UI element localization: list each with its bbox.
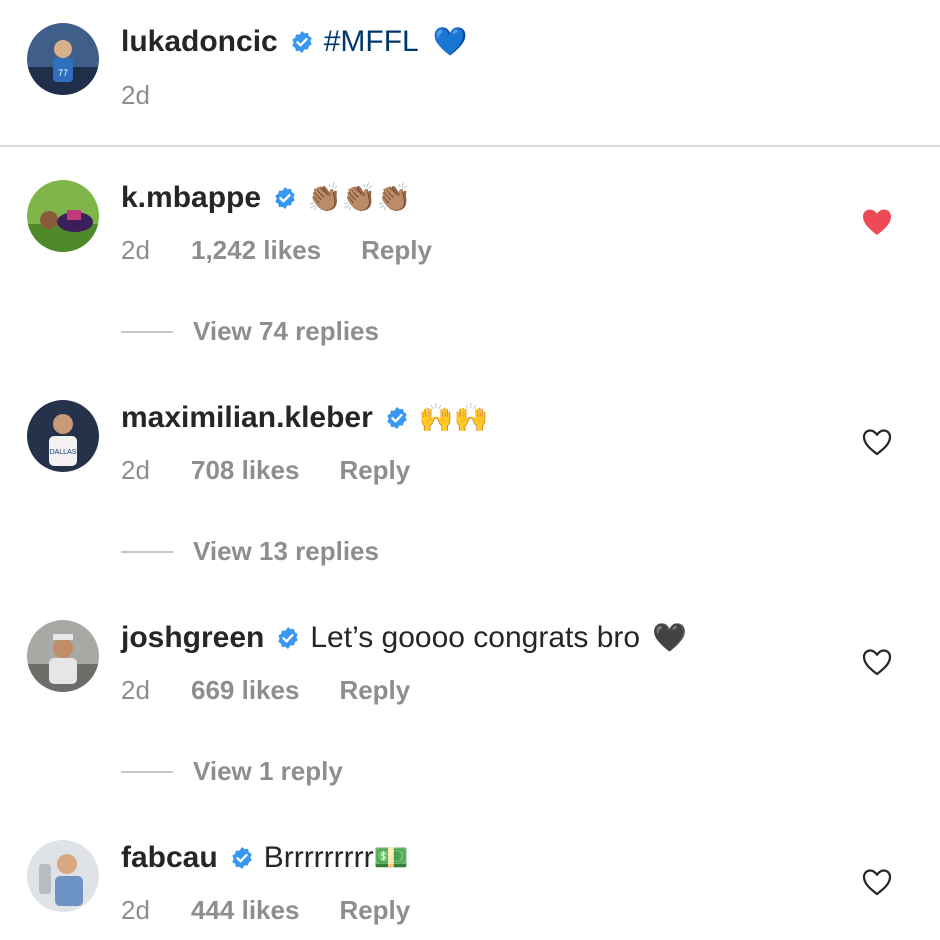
username[interactable]: fabcau — [121, 841, 218, 875]
avatar[interactable] — [27, 620, 99, 692]
reply-button[interactable]: Reply — [339, 895, 410, 926]
username[interactable]: maximilian.kleber — [121, 401, 373, 435]
avatar[interactable] — [27, 180, 99, 252]
username[interactable]: joshgreen — [121, 621, 264, 655]
likes-count[interactable]: 444 likes — [191, 895, 299, 926]
view-replies-link[interactable]: View 1 reply — [121, 756, 343, 787]
timestamp: 2d — [121, 675, 150, 705]
likes-count[interactable]: 669 likes — [191, 675, 299, 706]
view-replies-link[interactable]: View 74 replies — [121, 316, 379, 347]
black-heart-emoji: 🖤 — [652, 622, 687, 653]
svg-text:77: 77 — [58, 68, 68, 78]
verified-badge-icon — [276, 626, 300, 650]
avatar[interactable]: 77 — [27, 23, 99, 95]
username[interactable]: lukadoncic — [121, 25, 278, 59]
likes-count[interactable]: 1,242 likes — [191, 235, 321, 266]
heart-outline-icon[interactable] — [862, 428, 892, 456]
verified-badge-icon — [273, 186, 297, 210]
comment-text: Let’s goooo congrats bro — [310, 621, 641, 654]
heart-outline-icon[interactable] — [862, 868, 892, 896]
reply-button[interactable]: Reply — [339, 455, 410, 486]
likes-count[interactable]: 708 likes — [191, 455, 299, 486]
divider-line — [121, 330, 173, 333]
username[interactable]: k.mbappe — [121, 181, 261, 215]
avatar[interactable]: DALLAS — [27, 400, 99, 472]
hashtag-link[interactable]: #MFFL — [324, 25, 419, 59]
timestamp: 2d — [121, 80, 150, 110]
verified-badge-icon — [230, 846, 254, 870]
raising-hands-emoji: 🙌🙌 — [418, 402, 489, 433]
verified-badge-icon — [290, 30, 314, 54]
view-replies-label: View 1 reply — [193, 756, 343, 786]
post-caption: 77 lukadoncic #MFFL 💙 2d — [0, 0, 940, 147]
verified-badge-icon — [385, 406, 409, 430]
heart-filled-icon[interactable] — [862, 208, 892, 236]
timestamp: 2d — [121, 235, 150, 265]
reply-button[interactable]: Reply — [339, 675, 410, 706]
view-replies-label: View 74 replies — [193, 316, 379, 346]
view-replies-link[interactable]: View 13 replies — [121, 536, 379, 567]
view-replies-label: View 13 replies — [193, 536, 379, 566]
dollar-banknote-emoji: 💵 — [373, 842, 409, 873]
timestamp: 2d — [121, 455, 150, 485]
clapping-hands-emoji: 👏🏽👏🏽👏🏽 — [307, 182, 412, 213]
heart-outline-icon[interactable] — [862, 648, 892, 676]
avatar[interactable] — [27, 840, 99, 912]
svg-text:DALLAS: DALLAS — [50, 449, 77, 456]
reply-button[interactable]: Reply — [361, 235, 432, 266]
divider-line — [121, 770, 173, 773]
comment-text: Brrrrrrrrr — [263, 841, 374, 874]
blue-heart-emoji: 💙 — [432, 26, 468, 57]
timestamp: 2d — [121, 895, 150, 925]
divider-line — [121, 550, 173, 553]
